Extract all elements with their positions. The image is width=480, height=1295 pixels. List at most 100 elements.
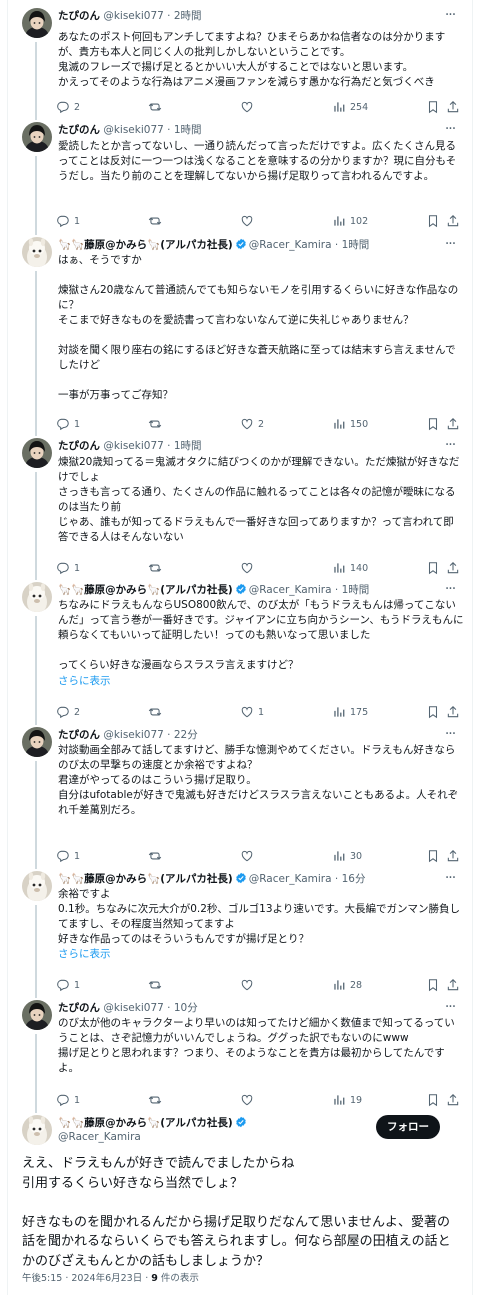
like-button[interactable] [240,848,258,864]
avatar[interactable] [22,1000,52,1030]
avatar[interactable] [22,122,52,152]
reply-button[interactable]: 2 [56,99,80,115]
author-name[interactable]: たぴのん [58,1002,100,1014]
retweet-button[interactable] [148,416,166,432]
avatar[interactable] [22,727,52,757]
author-name[interactable]: 🦙🦙藤原@かみら🦙(アルパカ社長) [58,873,233,885]
retweet-button[interactable] [148,560,166,576]
tweet-time[interactable]: 1時間 [174,124,202,136]
author-handle[interactable]: @kiseki077 [103,729,163,741]
bookmark-button[interactable] [426,213,440,229]
verified-badge-icon [235,1116,246,1128]
views-button[interactable]: 150 [332,416,368,432]
share-button[interactable] [446,848,460,864]
action-bar: 2 1 175 [56,704,464,720]
share-button[interactable] [446,99,460,115]
tweet-time[interactable]: 16分 [342,873,366,885]
retweet-button[interactable] [148,704,166,720]
author-handle[interactable]: @kiseki077 [103,10,163,22]
more-icon[interactable]: ··· [442,122,458,140]
like-button[interactable] [240,99,258,115]
bookmark-button[interactable] [426,1092,440,1108]
author-handle[interactable]: @kiseki077 [103,440,163,452]
like-button[interactable] [240,560,258,576]
retweet-button[interactable] [148,848,166,864]
reply-button[interactable]: 1 [56,977,80,993]
retweet-button[interactable] [148,1092,166,1108]
tweet-timestamp[interactable]: 午後5:15 · 2024年6月23日 [22,1273,142,1284]
views-button[interactable]: 140 [332,560,368,576]
author-name[interactable]: 🦙🦙藤原@かみら🦙(アルパカ社長) [58,584,233,596]
bookmark-button[interactable] [426,848,440,864]
avatar[interactable] [22,871,52,901]
show-more-link[interactable]: さらに表示 [58,674,111,689]
share-button[interactable] [446,560,460,576]
views-button[interactable]: 102 [332,213,368,229]
retweet-button[interactable] [148,213,166,229]
share-icon [446,100,460,114]
reply-button[interactable]: 1 [56,1092,80,1108]
tweet-time[interactable]: 2時間 [174,10,202,22]
like-button[interactable]: 2 [240,416,264,432]
bookmark-button[interactable] [426,99,440,115]
retweet-button[interactable] [148,977,166,993]
action-bar: 1 2 150 [56,416,464,432]
tweet-time[interactable]: 1時間 [342,584,370,596]
share-button[interactable] [446,704,460,720]
share-button[interactable] [446,1092,460,1108]
author-handle[interactable]: @kiseki077 [103,1002,163,1014]
author-name[interactable]: たぴのん [58,124,100,136]
tweet-time[interactable]: 22分 [174,729,198,741]
retweet-button[interactable] [148,99,166,115]
bookmark-button[interactable] [426,977,440,993]
like-button[interactable] [240,977,258,993]
follow-button[interactable]: フォロー [376,1115,440,1139]
like-button[interactable]: 1 [240,704,264,720]
reply-button[interactable]: 2 [56,704,80,720]
views-button[interactable]: 30 [332,848,362,864]
view-label: 件の表示 [157,1273,199,1284]
tweet-time[interactable]: 1時間 [342,239,370,251]
author-handle[interactable]: @Racer_Kamira [249,873,332,885]
avatar[interactable] [22,582,52,612]
views-button[interactable]: 175 [332,704,368,720]
author-handle[interactable]: @Racer_Kamira [58,1130,141,1144]
tweet-text: あなたのポスト何回もアンチしてますよね？ひまそらあかね信者なのは分かりますが、貴… [58,30,464,90]
reply-button[interactable]: 1 [56,560,80,576]
reply-button[interactable]: 1 [56,848,80,864]
reply-button[interactable]: 1 [56,213,80,229]
author-handle[interactable]: @Racer_Kamira [249,239,332,251]
avatar[interactable] [22,8,52,38]
avatar[interactable] [22,1115,52,1145]
bookmark-button[interactable] [426,416,440,432]
bookmark-button[interactable] [426,560,440,576]
views-button[interactable]: 28 [332,977,362,993]
author-name[interactable]: たぴのん [58,440,100,452]
tweet-time[interactable]: 1時間 [174,440,202,452]
share-icon [446,978,460,992]
tweet-time[interactable]: 10分 [174,1002,198,1014]
author-name[interactable]: たぴのん [58,10,100,22]
author-name[interactable]: たぴのん [58,729,100,741]
bookmark-button[interactable] [426,704,440,720]
share-button[interactable] [446,213,460,229]
views-button[interactable]: 254 [332,99,368,115]
views-button[interactable]: 19 [332,1092,362,1108]
like-button[interactable] [240,213,258,229]
share-icon [446,705,460,719]
avatar[interactable] [22,438,52,468]
author-name[interactable]: 🦙🦙藤原@かみら🦙(アルパカ社長) [58,239,233,251]
show-more-link[interactable]: さらに表示 [58,947,111,962]
like-button[interactable] [240,1092,258,1108]
tweet-text-content: 対談動画全部みて話してますけど、勝手な憶測やめてください。ドラえもん好きなら の… [58,744,459,816]
reply-button[interactable]: 1 [56,416,80,432]
author-name[interactable]: 🦙🦙藤原@かみら🦙(アルパカ社長) [58,1117,233,1129]
more-icon[interactable]: ··· [442,438,458,456]
share-button[interactable] [446,416,460,432]
author-handle[interactable]: @Racer_Kamira [249,584,332,596]
more-icon[interactable]: ··· [442,8,458,26]
share-icon [446,849,460,863]
share-button[interactable] [446,977,460,993]
author-handle[interactable]: @kiseki077 [103,124,163,136]
avatar[interactable] [22,237,52,267]
